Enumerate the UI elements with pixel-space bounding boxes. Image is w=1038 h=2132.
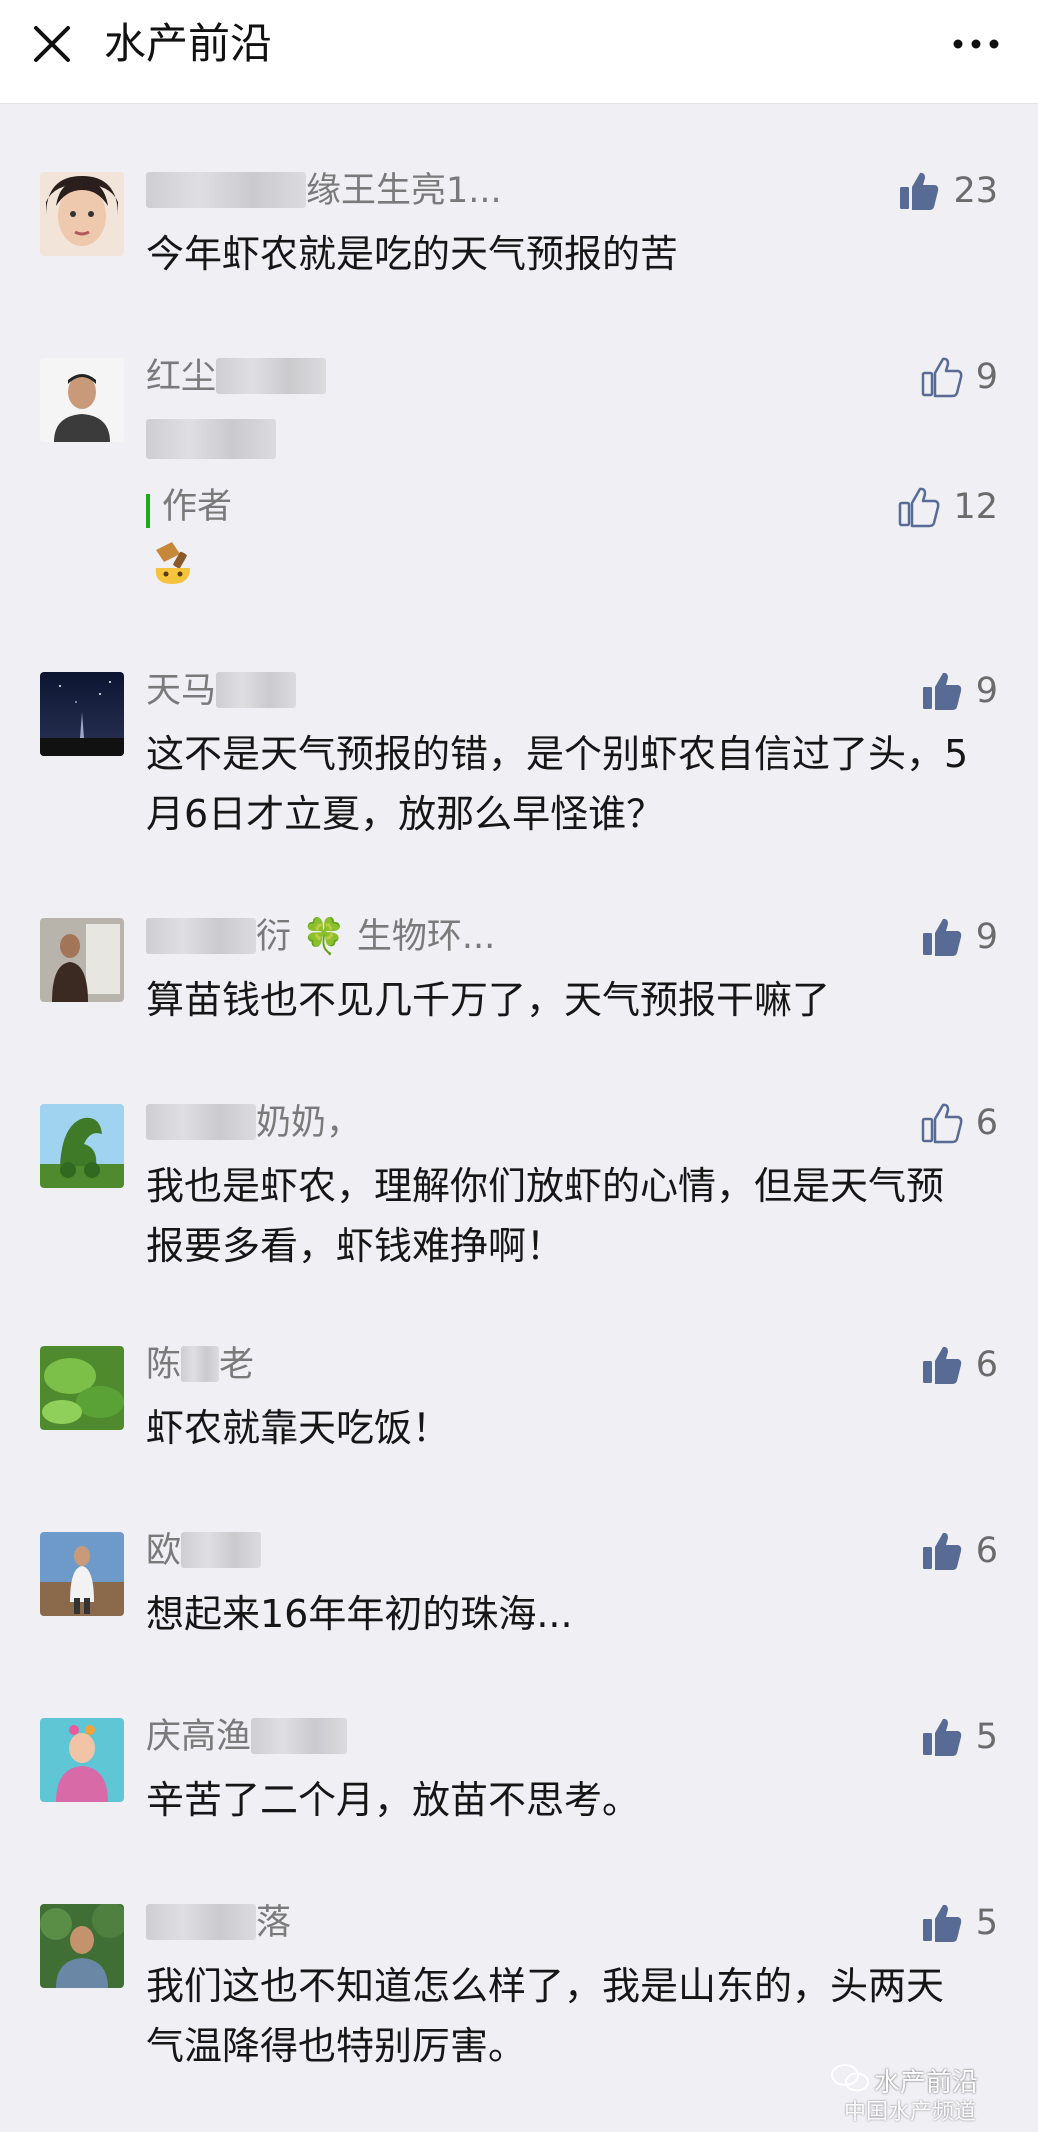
avatar[interactable] [40,358,124,442]
more-dots-icon [953,39,999,49]
like-count: 5 [975,1717,998,1757]
thumbs-up-filled-icon [900,172,939,210]
avatar[interactable] [40,1904,124,1988]
like-button[interactable]: 5 [920,1900,998,1946]
thumbs-up-outline-icon [921,357,963,398]
comment-text-blurred [146,410,976,470]
comment-author[interactable]: 陈老 [146,1342,254,1388]
like-button[interactable]: 6 [920,1100,998,1146]
author-label: 作者 [162,487,233,527]
reply-like-button[interactable]: 12 [897,484,998,530]
comment-author[interactable]: 衍 🍀 生物环... [146,914,495,960]
avatar[interactable] [40,1346,124,1430]
watermark-sub: 中国水产频道 [844,2100,977,2125]
like-count: 6 [975,1345,998,1385]
page-title: 水产前沿 [104,19,273,68]
thumbs-up-outline-icon [921,1103,963,1144]
thumbs-up-filled-icon [922,918,961,956]
like-button[interactable]: 23 [897,168,998,214]
avatar[interactable] [40,1104,124,1188]
comment-author[interactable]: 缘王生亮1... [146,168,502,214]
like-count: 23 [953,171,998,211]
thumbs-up-filled-icon [922,1346,961,1384]
thumbs-up-filled-icon [922,1904,961,1942]
comment-text: 辛苦了二个月，放苗不思考。 [146,1778,641,1822]
blurred-content [146,419,276,459]
more-button[interactable] [948,20,1004,68]
comment-text: 这不是天气预报的错，是个别虾农自信过了头，5月6日才立夏，放那么早怪谁？ [146,732,969,836]
avatar[interactable] [40,672,124,756]
comment-text: 我也是虾农，理解你们放虾的心情，但是天气预报要多看，虾钱难挣啊！ [146,1164,945,1268]
close-icon [34,26,70,62]
comment-author[interactable]: 庆高渔 [146,1714,348,1760]
like-count: 9 [975,671,998,711]
avatar[interactable] [40,1532,124,1616]
like-count: 9 [975,357,998,397]
comment-author[interactable]: 红尘 [146,354,327,400]
comment-text: 算苗钱也不见几千万了，天气预报干嘛了 [146,978,831,1022]
avatar[interactable] [40,172,124,256]
thumbs-up-filled-icon [922,1532,961,1570]
comment-author[interactable]: 落 [146,1900,291,1946]
thumbs-up-filled-icon [922,1718,961,1756]
like-count: 5 [975,1903,998,1943]
like-count: 6 [975,1103,998,1143]
like-count: 6 [975,1531,998,1571]
like-button[interactable]: 9 [920,354,998,400]
fist-emoji-icon [150,540,196,586]
like-button[interactable]: 9 [920,668,998,714]
thumbs-up-outline-icon [899,487,940,528]
like-count: 9 [975,917,998,957]
avatar[interactable] [40,1718,124,1802]
comment-text: 今年虾农就是吃的天气预报的苦 [146,232,679,276]
like-button[interactable]: 6 [920,1528,998,1574]
comment-author[interactable]: 奶奶， [146,1100,361,1146]
comment-text: 虾农就靠天吃饭！ [146,1406,451,1450]
wechat-icon [831,2064,869,2092]
comment-text: 我们这也不知道怎么样了，我是山东的，头两天气温降得也特别厉害。 [146,1964,945,2068]
avatar[interactable] [40,918,124,1002]
like-button[interactable]: 9 [920,914,998,960]
author-reply-bar [146,494,150,528]
close-button[interactable] [28,20,76,68]
like-count: 12 [953,487,998,527]
top-bar: 水产前沿 [0,0,1038,104]
comment-author[interactable]: 欧 [146,1528,262,1574]
comment-text: 想起来16年年初的珠海... [146,1592,573,1636]
like-button[interactable]: 6 [920,1342,998,1388]
thumbs-up-filled-icon [922,672,961,710]
like-button[interactable]: 5 [920,1714,998,1760]
comment-author[interactable]: 天马 [146,668,297,714]
watermark: 水产前沿 中国水产频道 [828,2062,1018,2125]
